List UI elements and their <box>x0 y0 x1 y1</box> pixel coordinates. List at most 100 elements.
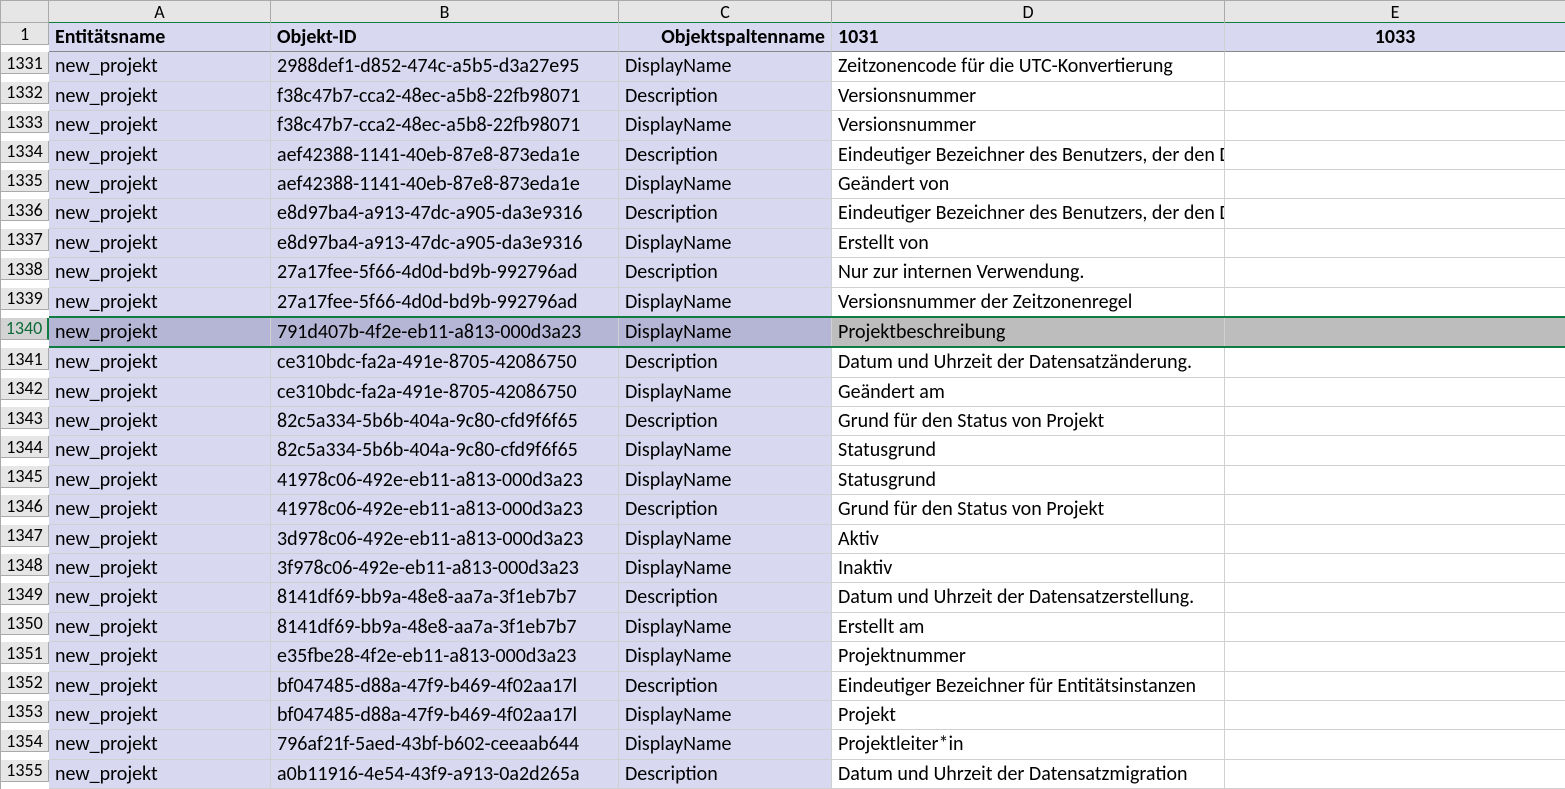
cell-B1346[interactable]: 41978c06-492e-eb11-a813-000d3a23 <box>271 495 619 524</box>
cell-D1342[interactable]: Geändert am <box>832 378 1225 407</box>
cell-B1341[interactable]: ce310bdc-fa2a-491e-8705-42086750 <box>271 348 619 377</box>
column-header-B[interactable]: B <box>271 1 619 23</box>
cell-B1338[interactable]: 27a17fee-5f66-4d0d-bd9b-992796ad <box>271 258 619 287</box>
cell-C1349[interactable]: Description <box>619 583 832 612</box>
cell-B1339[interactable]: 27a17fee-5f66-4d0d-bd9b-992796ad <box>271 288 619 317</box>
cell-D1343[interactable]: Grund für den Status von Projekt <box>832 407 1225 436</box>
cell-C1339[interactable]: DisplayName <box>619 288 832 317</box>
cell-E1341[interactable] <box>1225 348 1565 377</box>
row-header-1342[interactable]: 1342 <box>1 378 49 400</box>
cell-B1343[interactable]: 82c5a334-5b6b-404a-9c80-cfd9f6f65 <box>271 407 619 436</box>
cell-A1341[interactable]: new_projekt <box>49 348 271 377</box>
cell-B1334[interactable]: aef42388-1141-40eb-87e8-873eda1e <box>271 141 619 170</box>
row-header-1334[interactable]: 1334 <box>1 141 49 163</box>
cell-B1347[interactable]: 3d978c06-492e-eb11-a813-000d3a23 <box>271 525 619 554</box>
row-header-1338[interactable]: 1338 <box>1 258 49 280</box>
cell-A1333[interactable]: new_projekt <box>49 111 271 140</box>
cell-A1334[interactable]: new_projekt <box>49 141 271 170</box>
cell-D1352[interactable]: Eindeutiger Bezeichner für Entitätsinsta… <box>832 672 1225 701</box>
row-header-1353[interactable]: 1353 <box>1 701 49 723</box>
cell-E1334[interactable] <box>1225 141 1565 170</box>
cell-C1355[interactable]: Description <box>619 760 832 789</box>
cell-C1343[interactable]: Description <box>619 407 832 436</box>
cell-E1332[interactable] <box>1225 82 1565 111</box>
cell-D1350[interactable]: Erstellt am <box>832 613 1225 642</box>
cell-E1352[interactable] <box>1225 672 1565 701</box>
row-header-1344[interactable]: 1344 <box>1 436 49 458</box>
cell-A1353[interactable]: new_projekt <box>49 701 271 730</box>
cell-D1331[interactable]: Zeitzonencode für die UTC-Konvertierung <box>832 52 1225 81</box>
header-cell-C[interactable]: Objektspaltenname <box>619 23 832 52</box>
cell-E1335[interactable] <box>1225 170 1565 199</box>
cell-D1345[interactable]: Statusgrund <box>832 466 1225 495</box>
row-header-1352[interactable]: 1352 <box>1 672 49 694</box>
cell-B1340[interactable]: 791d407b-4f2e-eb11-a813-000d3a23 <box>271 318 619 347</box>
cell-D1337[interactable]: Erstellt von <box>832 229 1225 258</box>
cell-B1350[interactable]: 8141df69-bb9a-48e8-aa7a-3f1eb7b7 <box>271 613 619 642</box>
row-header-1337[interactable]: 1337 <box>1 229 49 251</box>
row-header-1[interactable]: 1 <box>1 23 49 45</box>
cell-D1332[interactable]: Versionsnummer <box>832 82 1225 111</box>
cell-B1336[interactable]: e8d97ba4-a913-47dc-a905-da3e9316 <box>271 199 619 228</box>
cell-E1344[interactable] <box>1225 436 1565 465</box>
row-header-1340[interactable]: 1340 <box>1 318 49 340</box>
cell-C1344[interactable]: DisplayName <box>619 436 832 465</box>
row-header-1350[interactable]: 1350 <box>1 613 49 635</box>
cell-E1336[interactable] <box>1225 199 1565 228</box>
cell-A1336[interactable]: new_projekt <box>49 199 271 228</box>
cell-E1353[interactable] <box>1225 701 1565 730</box>
cell-D1347[interactable]: Aktiv <box>832 525 1225 554</box>
header-cell-A[interactable]: Entitätsname <box>49 23 271 52</box>
row-header-1343[interactable]: 1343 <box>1 407 49 429</box>
cell-D1353[interactable]: Projekt <box>832 701 1225 730</box>
cell-D1340[interactable]: Projektbeschreibung <box>832 318 1225 347</box>
cell-C1331[interactable]: DisplayName <box>619 52 832 81</box>
cell-B1344[interactable]: 82c5a334-5b6b-404a-9c80-cfd9f6f65 <box>271 436 619 465</box>
cell-C1347[interactable]: DisplayName <box>619 525 832 554</box>
cell-A1345[interactable]: new_projekt <box>49 466 271 495</box>
cell-D1335[interactable]: Geändert von <box>832 170 1225 199</box>
cell-D1333[interactable]: Versionsnummer <box>832 111 1225 140</box>
cell-A1339[interactable]: new_projekt <box>49 288 271 317</box>
column-header-C[interactable]: C <box>619 1 832 23</box>
cell-B1342[interactable]: ce310bdc-fa2a-491e-8705-42086750 <box>271 378 619 407</box>
cell-D1355[interactable]: Datum und Uhrzeit der Datensatzmigration <box>832 760 1225 789</box>
cell-A1351[interactable]: new_projekt <box>49 642 271 671</box>
row-header-1354[interactable]: 1354 <box>1 730 49 752</box>
cell-E1342[interactable] <box>1225 378 1565 407</box>
cell-C1350[interactable]: DisplayName <box>619 613 832 642</box>
cell-D1344[interactable]: Statusgrund <box>832 436 1225 465</box>
cell-C1346[interactable]: Description <box>619 495 832 524</box>
cell-D1351[interactable]: Projektnummer <box>832 642 1225 671</box>
cell-E1343[interactable] <box>1225 407 1565 436</box>
cell-E1355[interactable] <box>1225 760 1565 789</box>
cell-D1354[interactable]: Projektleiter*in <box>832 730 1225 759</box>
cell-C1336[interactable]: Description <box>619 199 832 228</box>
cell-E1347[interactable] <box>1225 525 1565 554</box>
cell-A1335[interactable]: new_projekt <box>49 170 271 199</box>
cell-C1348[interactable]: DisplayName <box>619 554 832 583</box>
cell-A1331[interactable]: new_projekt <box>49 52 271 81</box>
cell-A1347[interactable]: new_projekt <box>49 525 271 554</box>
row-header-1346[interactable]: 1346 <box>1 495 49 517</box>
cell-C1332[interactable]: Description <box>619 82 832 111</box>
cell-E1340[interactable] <box>1225 318 1565 347</box>
cell-B1355[interactable]: a0b11916-4e54-43f9-a913-0a2d265a <box>271 760 619 789</box>
row-header-1333[interactable]: 1333 <box>1 111 49 133</box>
cell-A1352[interactable]: new_projekt <box>49 672 271 701</box>
cell-A1344[interactable]: new_projekt <box>49 436 271 465</box>
cell-A1340[interactable]: new_projekt <box>49 318 271 347</box>
row-header-1345[interactable]: 1345 <box>1 466 49 488</box>
cell-D1336[interactable]: Eindeutiger Bezeichner des Benutzers, de… <box>832 199 1225 228</box>
cell-C1338[interactable]: Description <box>619 258 832 287</box>
column-header-A[interactable]: A <box>49 1 271 23</box>
cell-E1337[interactable] <box>1225 229 1565 258</box>
cell-A1350[interactable]: new_projekt <box>49 613 271 642</box>
cell-C1342[interactable]: DisplayName <box>619 378 832 407</box>
cell-B1352[interactable]: bf047485-d88a-47f9-b469-4f02aa17l <box>271 672 619 701</box>
row-header-1349[interactable]: 1349 <box>1 583 49 605</box>
cell-B1351[interactable]: e35fbe28-4f2e-eb11-a813-000d3a23 <box>271 642 619 671</box>
cell-C1341[interactable]: Description <box>619 348 832 377</box>
row-header-1341[interactable]: 1341 <box>1 348 49 370</box>
cell-A1346[interactable]: new_projekt <box>49 495 271 524</box>
